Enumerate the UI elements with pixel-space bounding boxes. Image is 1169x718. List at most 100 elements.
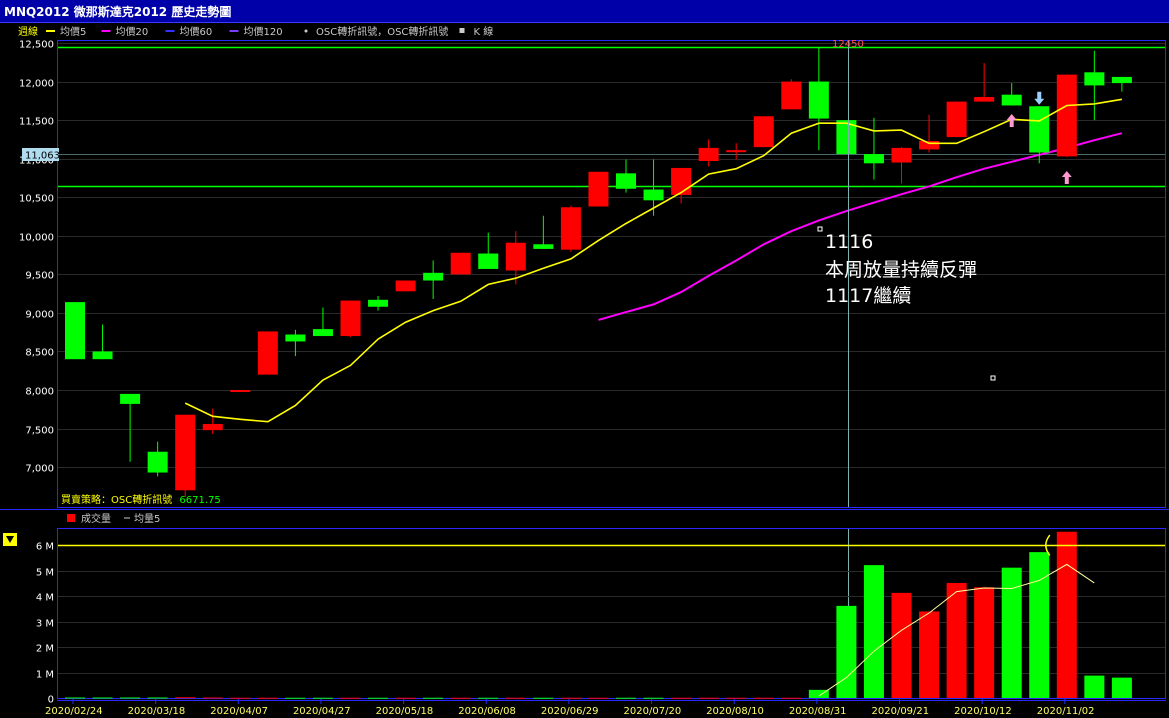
volume-bar [616,697,636,699]
candle [478,232,499,269]
candle [808,46,829,151]
weekly-chart: 週線 均價5 均價20 均價60 均價120 OSC轉折訊號，OSC轉折訊號 K 線 7,0… [0,25,1169,717]
legend-label: 週線 [18,25,38,38]
candle-body [368,299,389,307]
volume-bar [395,697,416,699]
volume-bar [285,697,306,699]
candle-body [726,150,747,153]
candle-body [863,154,884,164]
candle [891,147,912,184]
candle [368,295,389,311]
ma5-line [184,98,1123,423]
candle-body [202,423,223,431]
candle-body [120,393,141,404]
legend-label: 均價60 [180,25,213,38]
volume-tick-label: 3 M [36,619,54,630]
volume-bar [698,697,719,699]
volume-bar [175,697,196,699]
volume-tick-label: 0 [48,695,54,706]
candle [92,324,113,360]
volume-bar [863,565,884,698]
volume-bar [588,697,609,699]
price-tick-label: 8,500 [25,348,54,359]
volume-bar [1001,567,1022,698]
strategy-label-text: 買賣策略：OSC轉折訊號 [61,493,172,506]
candle-body [781,81,802,110]
candle-body [505,242,526,271]
volume-reference-line [58,534,1165,556]
candle [395,280,416,292]
candle-body [588,171,609,207]
candle [698,139,719,167]
candle-body [808,81,829,119]
volume-bar [450,697,471,699]
candle-body [560,207,581,250]
volume-bar [560,697,581,699]
x-tick-label: 2020/06/08 [458,706,516,717]
candle [175,414,196,498]
x-tick-label: 2020/08/31 [789,706,847,717]
price-tick-label: 12,000 [19,79,54,90]
candle [588,171,609,207]
x-tick-label: 2020/10/12 [954,706,1012,717]
candle-body [230,390,251,393]
candle [1056,74,1077,158]
annotation-line-3: 1117繼續 [825,285,911,307]
price-tick-label: 8,000 [25,387,54,398]
legend-label: 均價5 [60,25,86,38]
price-tick-label: 12,500 [19,40,54,51]
legend-dot [304,29,308,33]
volume-bar [423,697,444,699]
candle-body [1084,72,1105,86]
strategy-label: 買賣策略：OSC轉折訊號 6671.75 [61,493,221,506]
x-tick-label: 2020/03/18 [128,706,186,717]
volume-bar [1111,677,1132,698]
candle [285,329,306,357]
volume-bar [230,697,251,699]
candle [1001,83,1022,106]
volume-tick-label: 2 M [36,644,54,655]
price-tick-label: 7,500 [25,426,54,437]
candle [533,215,554,249]
annotation-marker-2 [990,375,996,381]
candle [312,307,333,337]
x-tick-label: 2020/08/10 [706,706,764,717]
ma5-polyline [184,98,1123,423]
candle [65,302,85,360]
candle [120,393,141,462]
x-tick-label: 2020/05/18 [376,706,434,717]
candle [230,390,251,393]
volume-bar [643,697,664,699]
volume-bar [891,592,912,698]
candle-body [147,451,168,473]
x-tick-label: 2020/02/24 [45,706,103,717]
candle-body [974,96,995,102]
candle-body [616,173,636,189]
arrow-shape [1061,171,1072,185]
candle-body [753,116,774,148]
volume-bar [340,697,361,699]
legend-label: 均價20 [116,25,149,38]
volume-ma-legend-label: 均量5 [134,513,160,525]
candle-body [257,331,278,375]
candle-body [1056,74,1077,157]
price-tick-label: 9,000 [25,310,54,321]
volume-bar [120,697,141,699]
volume-bar [1056,531,1077,698]
arrow-shape [1034,91,1045,105]
candle-body [450,252,471,275]
candle-body [891,147,912,163]
volume-bar [836,605,857,698]
annotation-line-1: 1116 [825,231,873,253]
volume-bar [1084,675,1105,698]
x-tick-label: 2020/09/21 [872,706,930,717]
volume-tick-label: 6 M [36,542,54,553]
volume-bar [312,697,333,699]
price-y-axis: 7,000 7,500 8,000 8,500 9,000 9,500 10,000 10,5… [19,40,54,475]
candle-body [671,167,692,195]
volume-bar [946,582,967,698]
legend-label: 均價120 [244,25,283,38]
candle-body [643,189,664,201]
candle [616,159,636,193]
volume-bar [671,697,692,699]
